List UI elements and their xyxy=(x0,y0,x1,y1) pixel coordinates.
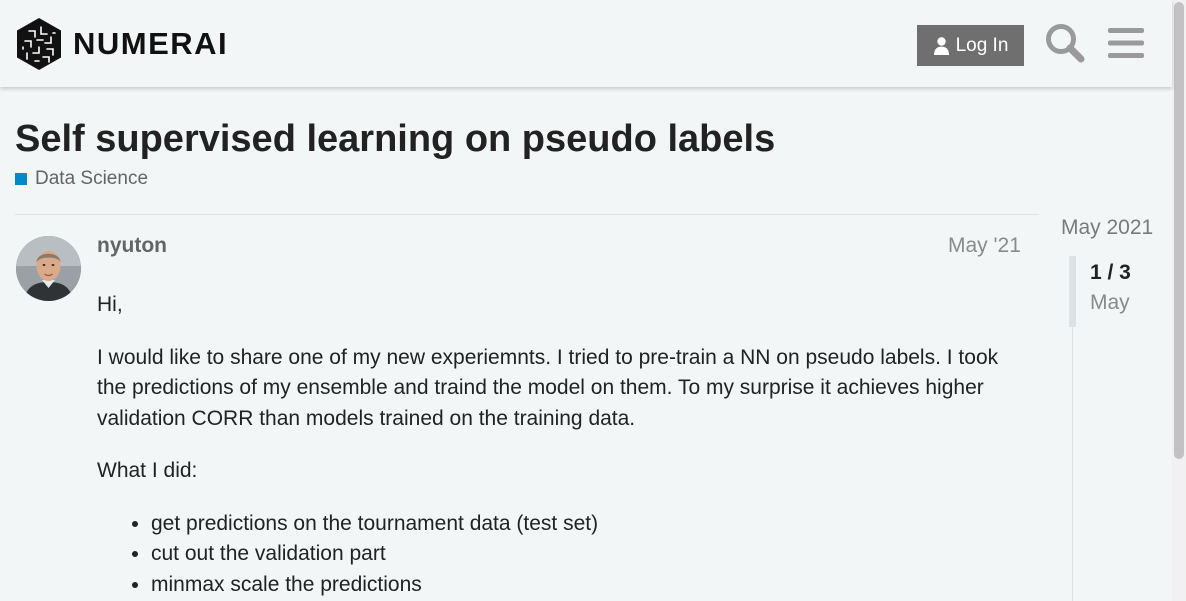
topic-divider xyxy=(15,214,1039,215)
list-item: minmax scale the predictions xyxy=(151,570,1017,601)
timeline-scroll-handle[interactable] xyxy=(1069,256,1076,327)
login-button-label: Log In xyxy=(955,34,1009,56)
category-link[interactable]: Data Science xyxy=(15,168,148,190)
list-item: get predictions on the tournament data (… xyxy=(151,509,1017,540)
site-header: NUMERAI Log In xyxy=(0,0,1172,87)
page-scrollbar-thumb[interactable] xyxy=(1174,2,1184,459)
list-item: cut out the validation part xyxy=(151,539,1017,570)
search-icon[interactable] xyxy=(1044,22,1086,64)
timeline-post-position: 1 / 3 xyxy=(1090,261,1131,284)
topic-title[interactable]: Self supervised learning on pseudo label… xyxy=(15,118,775,161)
site-logo[interactable]: NUMERAI xyxy=(15,17,228,71)
timeline-start-date[interactable]: May 2021 xyxy=(1061,216,1153,240)
post-body: Hi, I would like to share one of my new … xyxy=(97,290,1017,600)
post-paragraph: What I did: xyxy=(97,459,198,482)
user-avatar-photo xyxy=(16,236,81,301)
category-label: Data Science xyxy=(35,168,149,189)
timeline-current-date: May xyxy=(1090,291,1130,314)
hamburger-menu-icon[interactable] xyxy=(1107,24,1145,62)
post-username[interactable]: nyuton xyxy=(97,234,167,258)
login-button[interactable]: Log In xyxy=(917,25,1024,66)
post-paragraph: I would like to share one of my new expe… xyxy=(97,345,999,430)
logo-wordmark: NUMERAI xyxy=(73,26,229,61)
category-color-badge xyxy=(15,173,27,185)
post-date[interactable]: May '21 xyxy=(948,234,1021,258)
user-icon xyxy=(933,36,949,55)
post-paragraph: Hi, xyxy=(97,293,123,316)
numerai-logo-icon xyxy=(17,18,61,70)
avatar[interactable] xyxy=(16,236,81,301)
steps-list: get predictions on the tournament data (… xyxy=(97,509,1017,601)
